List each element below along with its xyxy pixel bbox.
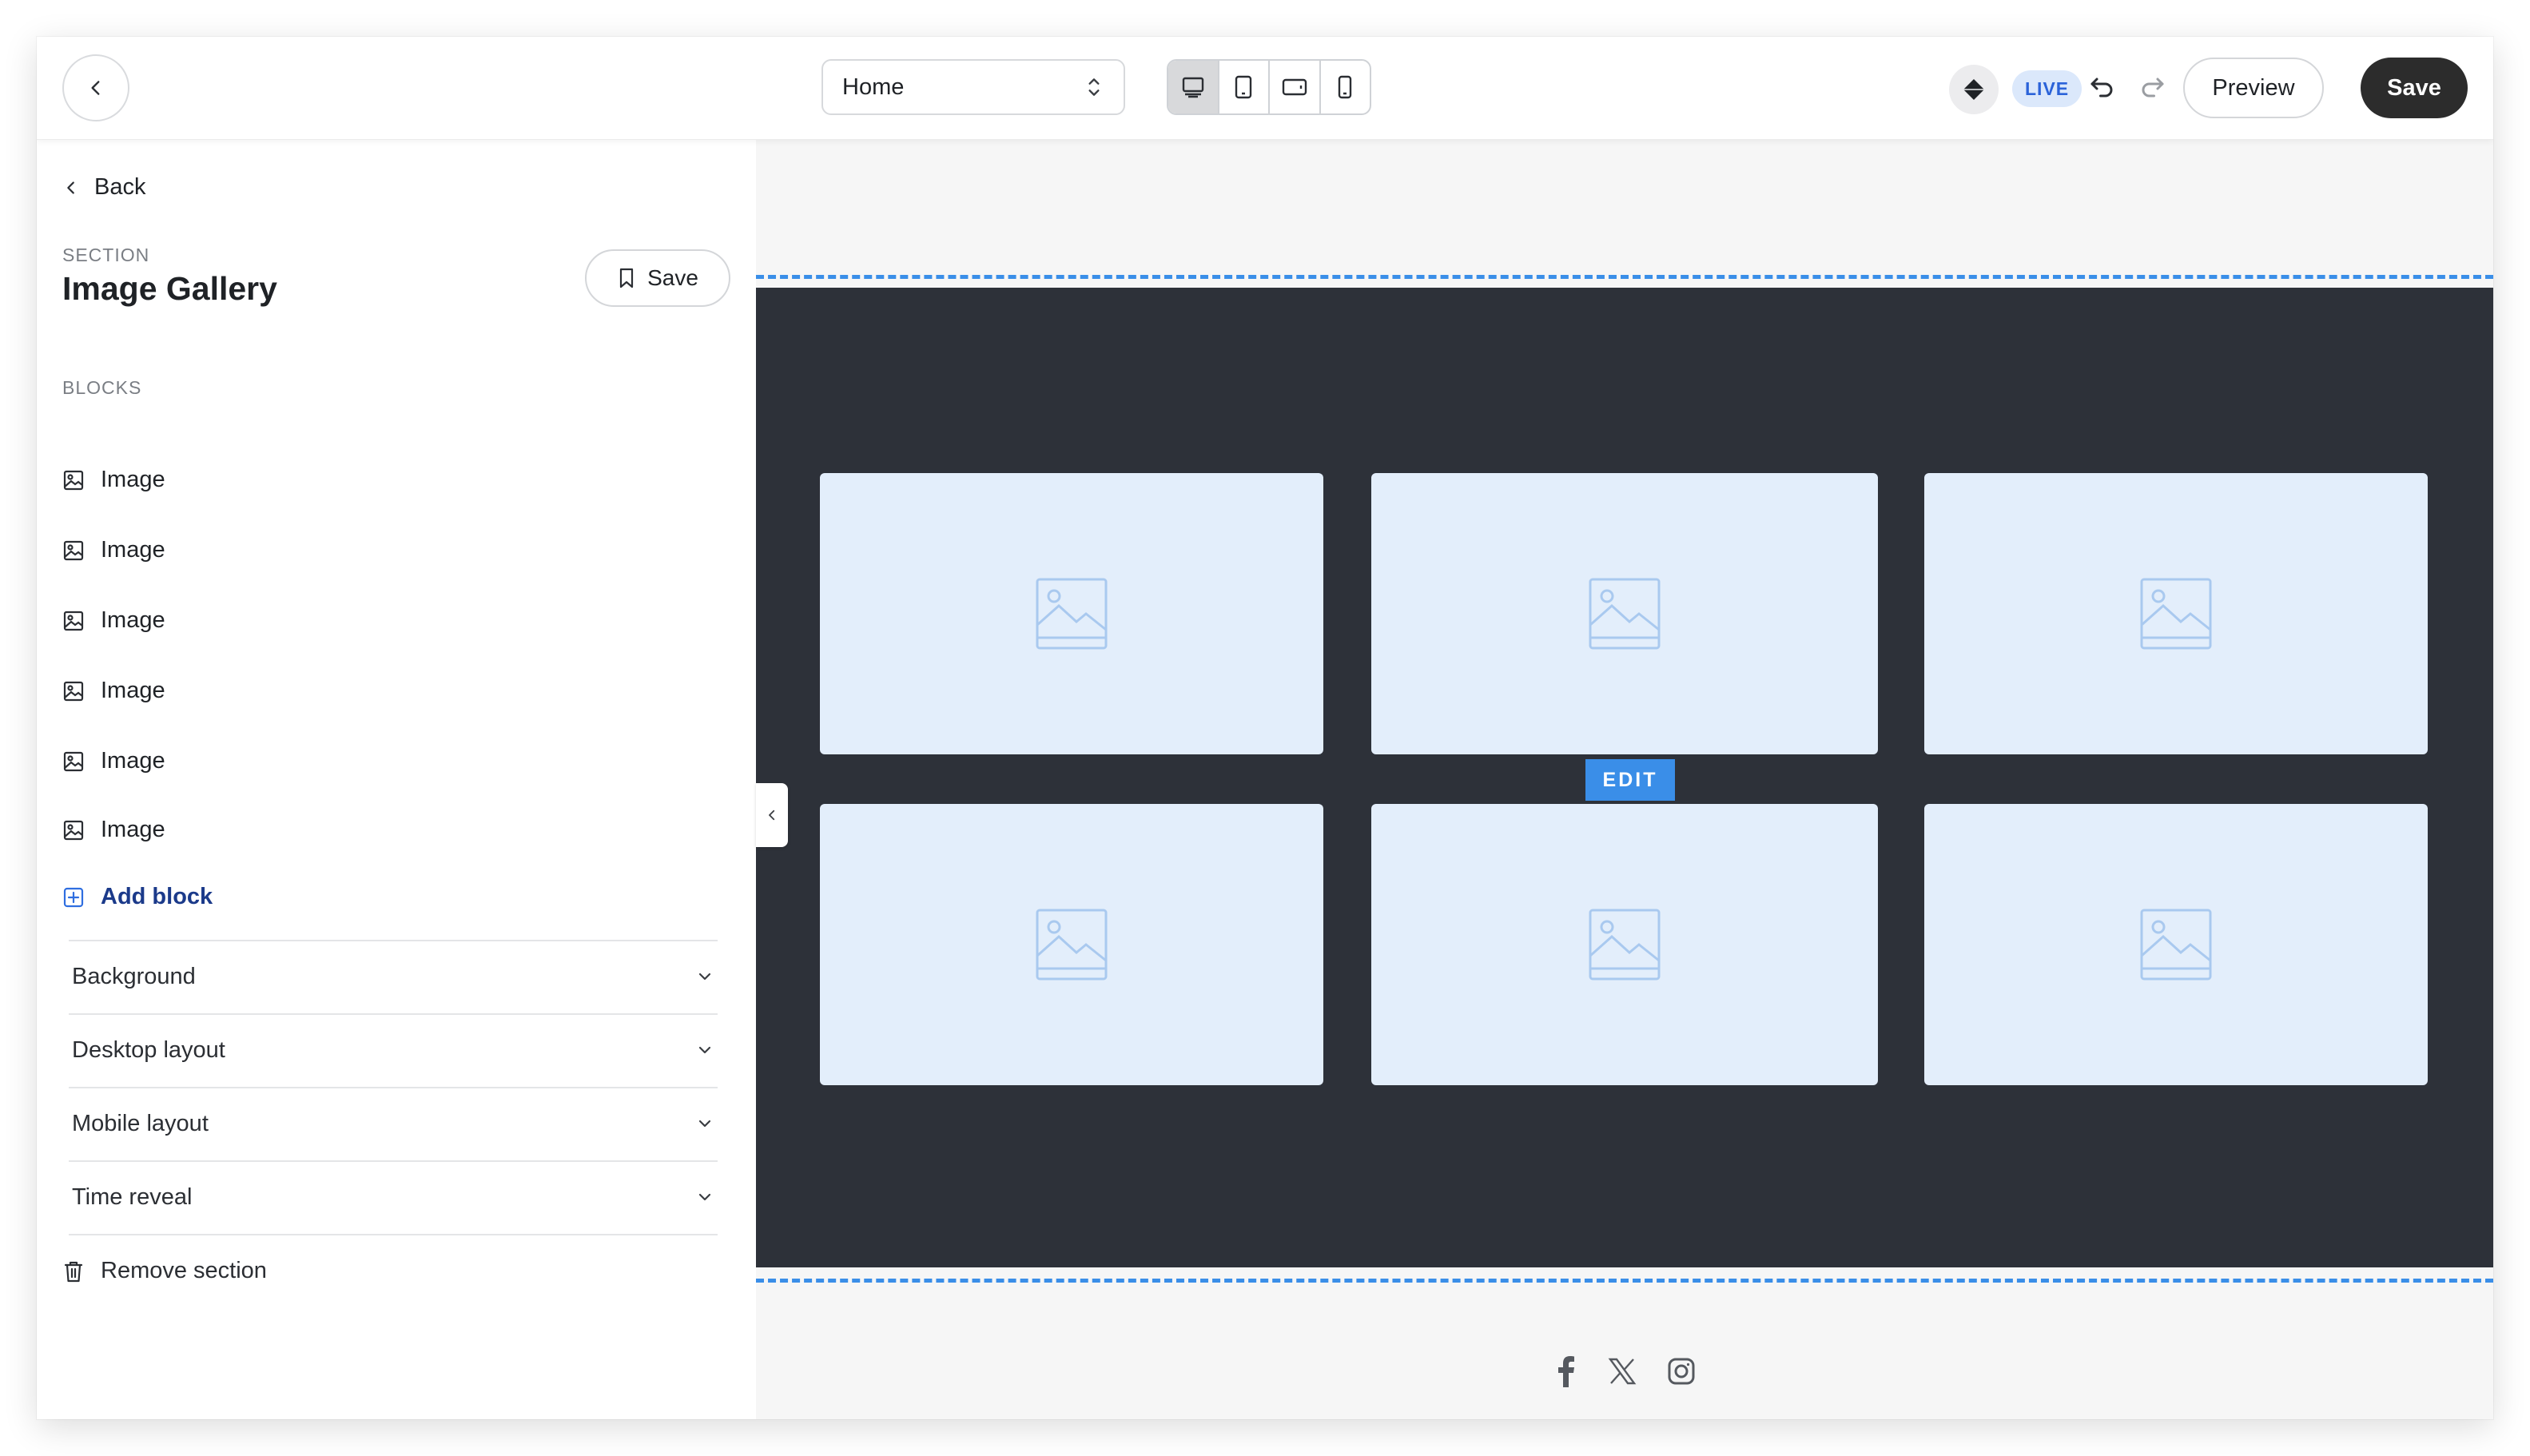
- block-item-image-1[interactable]: Image: [62, 467, 165, 493]
- accordion-label: Mobile layout: [72, 1110, 209, 1136]
- device-mobile-button[interactable]: [1321, 61, 1370, 113]
- image-icon: [63, 540, 84, 560]
- save-section-label: Save: [647, 265, 698, 290]
- image-placeholder-icon: [1589, 909, 1661, 981]
- save-button[interactable]: Save: [2361, 58, 2468, 118]
- gallery-tile[interactable]: [1924, 804, 2428, 1085]
- back-label: Back: [94, 174, 146, 200]
- facebook-icon[interactable]: [1555, 1355, 1577, 1387]
- section-label: SECTION: [62, 245, 150, 265]
- add-block-button[interactable]: Add block: [62, 884, 213, 910]
- accordion-label: Desktop layout: [72, 1036, 225, 1063]
- save-section-button[interactable]: Save: [585, 249, 730, 307]
- section-title: Image Gallery: [62, 270, 277, 307]
- x-twitter-icon[interactable]: [1608, 1357, 1637, 1386]
- image-placeholder-icon: [1036, 909, 1108, 981]
- block-item-label: Image: [101, 678, 165, 703]
- back-link[interactable]: Back: [62, 174, 145, 201]
- section-settings-sidebar: Back SECTION Image Gallery Save BLOCKS I…: [37, 139, 757, 1419]
- block-item-image-5[interactable]: Image: [62, 748, 165, 774]
- tablet-landscape-icon: [1282, 78, 1307, 96]
- block-item-image-2[interactable]: Image: [62, 537, 165, 563]
- device-tablet-landscape-button[interactable]: [1270, 61, 1321, 113]
- gallery-tile[interactable]: [820, 473, 1323, 754]
- accordion-background[interactable]: Background: [69, 940, 718, 1012]
- plus-square-icon: [63, 887, 84, 907]
- redo-icon: [2142, 78, 2164, 97]
- image-placeholder-icon: [2140, 578, 2212, 650]
- accordion-divider: [69, 1234, 718, 1235]
- section-selection-border-top: [756, 275, 2493, 279]
- image-gallery-section[interactable]: EDIT: [756, 288, 2493, 1267]
- block-item-label: Image: [101, 817, 165, 842]
- trash-icon: [64, 1261, 83, 1282]
- block-item-image-6[interactable]: Image: [62, 817, 165, 843]
- device-desktop-button[interactable]: [1168, 61, 1219, 113]
- remove-section-label: Remove section: [101, 1258, 267, 1283]
- instagram-icon[interactable]: [1667, 1357, 1696, 1386]
- accordion-time-reveal[interactable]: Time reveal: [69, 1160, 718, 1232]
- remove-section-button[interactable]: Remove section: [62, 1258, 267, 1284]
- image-icon: [63, 611, 84, 631]
- edit-section-tag[interactable]: EDIT: [1585, 759, 1675, 801]
- device-tablet-portrait-button[interactable]: [1219, 61, 1270, 113]
- footer-social-links: [1555, 1355, 1696, 1387]
- preview-button[interactable]: Preview: [2183, 58, 2324, 118]
- undo-icon: [2090, 78, 2113, 97]
- mobile-icon: [1339, 75, 1352, 99]
- accordion-label: Time reveal: [72, 1183, 193, 1210]
- top-toolbar: Home LIVE Preview Save: [37, 37, 2493, 140]
- accordion-mobile-layout[interactable]: Mobile layout: [69, 1087, 718, 1159]
- image-icon: [63, 751, 84, 771]
- chevron-left-icon: [91, 81, 100, 95]
- image-placeholder-icon: [1589, 578, 1661, 650]
- gallery-tile[interactable]: [820, 804, 1323, 1085]
- section-selection-border-bottom: [756, 1279, 2493, 1283]
- undo-button[interactable]: [2087, 72, 2116, 105]
- chevron-down-icon: [695, 1187, 714, 1207]
- redo-button[interactable]: [2138, 72, 2167, 105]
- accordion-desktop-layout[interactable]: Desktop layout: [69, 1013, 718, 1085]
- gallery-tile[interactable]: [1924, 473, 2428, 754]
- chevron-down-icon: [695, 967, 714, 986]
- gallery-tile[interactable]: [1371, 473, 1878, 754]
- chevron-up-down-icon: [1084, 75, 1104, 99]
- image-icon: [63, 820, 84, 840]
- image-placeholder-icon: [1036, 578, 1108, 650]
- device-switcher: [1167, 59, 1371, 115]
- accordion-label: Background: [72, 963, 196, 989]
- gallery-tile[interactable]: [1371, 804, 1878, 1085]
- diamond-icon: [1963, 79, 1984, 100]
- block-item-label: Image: [101, 537, 165, 563]
- block-item-label: Image: [101, 607, 165, 633]
- preview-canvas: EDIT: [756, 139, 2493, 1419]
- page-selector[interactable]: Home: [821, 59, 1125, 115]
- bookmark-icon: [619, 268, 634, 288]
- chevron-down-icon: [695, 1114, 714, 1133]
- chevron-left-icon: [769, 810, 775, 821]
- block-item-label: Image: [101, 748, 165, 774]
- block-item-image-3[interactable]: Image: [62, 607, 165, 634]
- collapse-sidebar-handle[interactable]: [756, 783, 788, 847]
- desktop-icon: [1182, 77, 1203, 98]
- blocks-label: BLOCKS: [62, 377, 142, 398]
- block-item-image-4[interactable]: Image: [62, 678, 165, 704]
- exit-editor-button[interactable]: [62, 54, 129, 121]
- live-status-badge: LIVE: [2012, 70, 2082, 107]
- page-selector-value: Home: [842, 74, 905, 100]
- image-icon: [63, 681, 84, 701]
- theme-store-button[interactable]: [1949, 65, 1999, 114]
- block-item-label: Image: [101, 467, 165, 492]
- image-icon: [63, 470, 84, 490]
- image-placeholder-icon: [2140, 909, 2212, 981]
- chevron-down-icon: [695, 1040, 714, 1060]
- editor-window: Home LIVE Preview Save Back SECTION Imag…: [37, 37, 2493, 1419]
- tablet-portrait-icon: [1235, 75, 1252, 99]
- chevron-left-icon: [67, 181, 74, 194]
- add-block-label: Add block: [101, 884, 213, 909]
